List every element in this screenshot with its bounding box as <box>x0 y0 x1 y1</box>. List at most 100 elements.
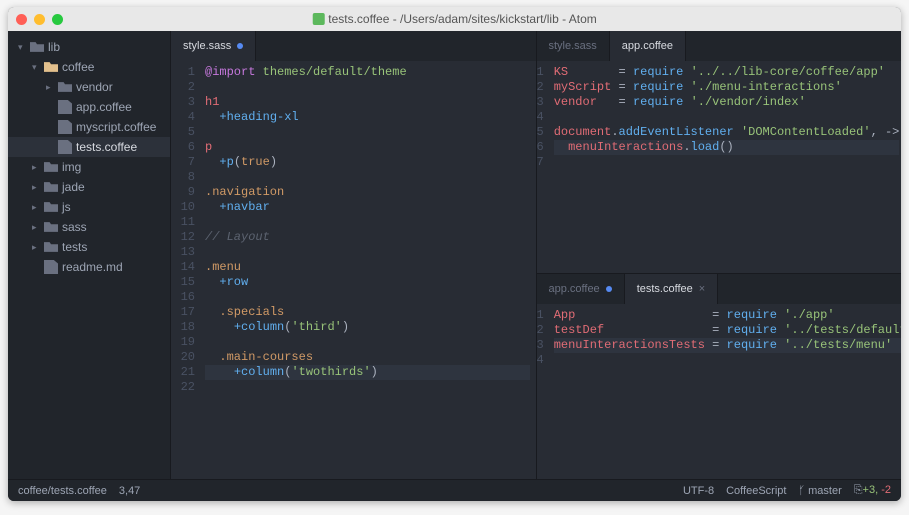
code-line[interactable]: +row <box>205 275 530 290</box>
file-icon <box>58 100 72 114</box>
line-number: 2 <box>537 80 544 95</box>
editor[interactable]: 12345678910111213141516171819202122 @imp… <box>171 61 536 479</box>
file-type-icon <box>312 13 324 25</box>
line-number: 6 <box>171 140 195 155</box>
tree-item-sass[interactable]: ▸sass <box>8 217 170 237</box>
chevron-icon: ▸ <box>32 182 40 193</box>
tree-item-img[interactable]: ▸img <box>8 157 170 177</box>
code-line[interactable]: // Layout <box>205 230 530 245</box>
code-line[interactable] <box>205 335 530 350</box>
tree-item-label: tests.coffee <box>76 140 137 154</box>
tree-item-lib[interactable]: ▾lib <box>8 37 170 57</box>
status-path[interactable]: coffee/tests.coffee <box>18 485 107 497</box>
tree-item-js[interactable]: ▸js <box>8 197 170 217</box>
code-line[interactable]: +p(true) <box>205 155 530 170</box>
code-line[interactable]: p <box>205 140 530 155</box>
folder-icon <box>44 240 58 254</box>
code-line[interactable]: h1 <box>205 95 530 110</box>
folder-icon <box>44 60 58 74</box>
tree-view[interactable]: ▾lib▾coffee ▸ vendor app.coffeemyscript.cof… <box>8 31 170 479</box>
tree-item-coffee[interactable]: ▾coffee <box>8 57 170 77</box>
line-number: 4 <box>537 110 544 125</box>
code-line[interactable]: +column('third') <box>205 320 530 335</box>
code-line[interactable] <box>205 80 530 95</box>
code-line[interactable] <box>205 170 530 185</box>
code-area[interactable]: KS = require '../../lib-core/coffee/app'… <box>550 61 901 273</box>
code-line[interactable]: .specials <box>205 305 530 320</box>
code-line[interactable] <box>205 245 530 260</box>
gutter: 1234567 <box>537 61 550 273</box>
status-grammar[interactable]: CoffeeScript <box>726 485 786 497</box>
modified-icon <box>606 286 612 292</box>
minimize-icon[interactable] <box>34 14 45 25</box>
line-number: 1 <box>537 65 544 80</box>
code-line[interactable]: +column('twothirds') <box>205 365 530 380</box>
code-line[interactable]: KS = require '../../lib-core/coffee/app' <box>554 65 900 80</box>
tree-item-readme-md[interactable]: readme.md <box>8 257 170 277</box>
tree-item-label: lib <box>48 40 60 54</box>
tab-bar[interactable]: style.sass app.coffee <box>537 31 902 61</box>
folder-icon <box>44 220 58 234</box>
tree-item-label: vendor <box>76 80 113 94</box>
close-icon[interactable]: × <box>699 283 705 295</box>
tab-app-coffee[interactable]: app.coffee <box>537 274 625 304</box>
title-text: tests.coffee - /Users/adam/sites/kicksta… <box>328 12 597 26</box>
code-line[interactable]: vendor = require './vendor/index' <box>554 95 900 110</box>
code-line[interactable]: +heading-xl <box>205 110 530 125</box>
tab-label: style.sass <box>183 40 231 52</box>
zoom-icon[interactable] <box>52 14 63 25</box>
line-number: 9 <box>171 185 195 200</box>
code-line[interactable]: menuInteractionsTests = require '../test… <box>554 338 901 353</box>
editor[interactable]: 1234567 KS = require '../../lib-core/cof… <box>537 61 902 273</box>
line-number: 15 <box>171 275 195 290</box>
close-icon[interactable] <box>16 14 27 25</box>
tab-style-sass[interactable]: style.sass <box>171 31 256 61</box>
status-git-diff[interactable]: ⎘+3, -2 <box>854 484 891 497</box>
code-line[interactable]: .navigation <box>205 185 530 200</box>
tree-item-myscript-coffee[interactable]: myscript.coffee <box>8 117 170 137</box>
pane-container: style.sass 12345678910111213141516171819… <box>170 31 901 479</box>
left-pane: style.sass 12345678910111213141516171819… <box>170 31 536 479</box>
code-line[interactable]: .main-courses <box>205 350 530 365</box>
right-column: style.sass app.coffee 1234567 KS = requir… <box>536 31 902 479</box>
code-line[interactable] <box>205 380 530 395</box>
status-cursor[interactable]: 3,47 <box>119 485 140 497</box>
code-line[interactable]: .menu <box>205 260 530 275</box>
code-line[interactable]: testDef = require '../tests/default' <box>554 323 901 338</box>
window-title: tests.coffee - /Users/adam/sites/kicksta… <box>312 12 597 26</box>
code-line[interactable] <box>205 215 530 230</box>
tab-bar[interactable]: app.coffeetests.coffee× <box>537 274 902 304</box>
code-area[interactable]: @import themes/default/theme h1 +heading-… <box>201 61 536 479</box>
bottom-right-pane: app.coffeetests.coffee× 1234 App = requi… <box>537 273 902 479</box>
line-number: 3 <box>537 95 544 110</box>
code-line[interactable] <box>554 353 901 368</box>
tab-label: app.coffee <box>622 40 673 52</box>
tree-item-app-coffee[interactable]: app.coffee <box>8 97 170 117</box>
code-line[interactable]: myScript = require './menu-interactions' <box>554 80 900 95</box>
code-line[interactable]: @import themes/default/theme <box>205 65 530 80</box>
status-branch[interactable]: ᚶ master <box>798 485 841 497</box>
tree-item-vendor[interactable]: ▸ vendor <box>8 77 170 97</box>
tab-tests-coffee[interactable]: tests.coffee× <box>625 274 719 304</box>
code-line[interactable] <box>554 110 900 125</box>
tab-style-sass[interactable]: style.sass <box>537 31 610 61</box>
chevron-icon: ▸ <box>46 82 54 93</box>
editor[interactable]: 1234 App = require './app'testDef = requ… <box>537 304 902 479</box>
folder-icon <box>44 180 58 194</box>
code-line[interactable]: App = require './app' <box>554 308 901 323</box>
code-line[interactable]: document.addEventListener 'DOMContentLoa… <box>554 125 900 140</box>
code-line[interactable] <box>205 125 530 140</box>
code-line[interactable]: +navbar <box>205 200 530 215</box>
tab-bar[interactable]: style.sass <box>171 31 536 61</box>
tree-item-tests[interactable]: ▸tests <box>8 237 170 257</box>
code-line[interactable]: menuInteractions.load() <box>554 140 900 155</box>
folder-icon <box>44 160 58 174</box>
code-line[interactable] <box>554 155 900 170</box>
tab-app-coffee[interactable]: app.coffee <box>610 31 686 61</box>
line-number: 3 <box>171 95 195 110</box>
status-encoding[interactable]: UTF-8 <box>683 485 714 497</box>
code-line[interactable] <box>205 290 530 305</box>
code-area[interactable]: App = require './app'testDef = require '… <box>550 304 901 479</box>
tree-item-tests-coffee[interactable]: tests.coffee <box>8 137 170 157</box>
tree-item-jade[interactable]: ▸jade <box>8 177 170 197</box>
